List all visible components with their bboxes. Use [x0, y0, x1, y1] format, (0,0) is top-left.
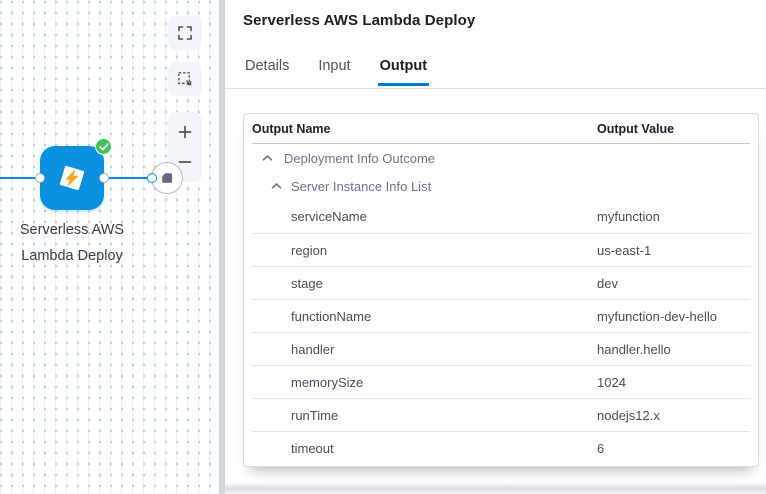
- page-title: Serverless AWS Lambda Deploy: [243, 12, 475, 29]
- output-name: timeout: [252, 441, 597, 456]
- chevron-up-icon: [262, 154, 273, 162]
- node-serverless-aws-lambda-deploy[interactable]: [40, 146, 104, 210]
- table-row: timeout 6: [252, 431, 750, 464]
- output-value: myfunction-dev-hello: [597, 309, 750, 324]
- node-port-in[interactable]: [35, 173, 45, 183]
- zoom-in-button[interactable]: [168, 118, 202, 146]
- output-name: handler: [252, 342, 597, 357]
- output-name: runTime: [252, 408, 597, 423]
- column-header-output-value: Output Value: [597, 122, 750, 136]
- table-row: memorySize 1024: [252, 365, 750, 398]
- panel-bottom-shadow: [225, 482, 766, 494]
- node-label: Serverless AWS Lambda Deploy: [2, 217, 142, 269]
- table-header: Output Name Output Value: [252, 114, 750, 144]
- output-value: handler.hello: [597, 342, 750, 357]
- tabs-divider: [225, 88, 766, 89]
- table-row: functionName myfunction-dev-hello: [252, 299, 750, 332]
- outputs-table-card: Output Name Output Value Deployment Info…: [243, 113, 759, 467]
- group-label: Deployment Info Outcome: [284, 151, 435, 166]
- node-port-out[interactable]: [99, 173, 109, 183]
- zoom-in-icon: [177, 124, 193, 140]
- marquee-select-icon: [177, 71, 193, 87]
- group-row-deployment-info-outcome[interactable]: Deployment Info Outcome: [252, 144, 750, 172]
- edge-incoming: [0, 177, 40, 179]
- output-value: 6: [597, 441, 750, 456]
- output-name: stage: [252, 276, 597, 291]
- step-detail-panel: Serverless AWS Lambda Deploy Details Inp…: [225, 0, 766, 494]
- edge-link-port[interactable]: [147, 173, 157, 183]
- fullscreen-icon: [177, 25, 193, 41]
- output-name: serviceName: [252, 209, 597, 224]
- output-value: dev: [597, 276, 750, 291]
- output-name: memorySize: [252, 375, 597, 390]
- success-check-icon: [95, 138, 112, 155]
- table-row: handler handler.hello: [252, 332, 750, 365]
- tab-details[interactable]: Details: [243, 56, 291, 86]
- output-value: 1024: [597, 375, 750, 390]
- group-row-server-instance-info-list[interactable]: Server Instance Info List: [252, 172, 750, 200]
- pipeline-canvas[interactable]: Serverless AWS Lambda Deploy: [0, 0, 219, 494]
- output-value: us-east-1: [597, 243, 750, 258]
- app-window: Serverless AWS Lambda Deploy: [0, 0, 766, 494]
- table-row: runTime nodejs12.x: [252, 398, 750, 431]
- aws-lambda-bolt-icon: [53, 159, 91, 197]
- tab-input[interactable]: Input: [316, 56, 352, 86]
- table-row: serviceName myfunction: [252, 200, 750, 233]
- tab-bar: Details Input Output: [243, 56, 429, 86]
- column-header-output-name: Output Name: [252, 122, 597, 136]
- output-name: region: [252, 243, 597, 258]
- marquee-select-button[interactable]: [168, 62, 202, 96]
- table-row: stage dev: [252, 266, 750, 299]
- edge-outgoing: [104, 177, 152, 179]
- chevron-up-icon: [271, 182, 282, 190]
- output-name: functionName: [252, 309, 597, 324]
- output-value: myfunction: [597, 209, 750, 224]
- table-row: region us-east-1: [252, 233, 750, 266]
- fullscreen-button[interactable]: [168, 16, 202, 50]
- tab-output[interactable]: Output: [378, 56, 430, 86]
- document-icon: [160, 171, 174, 185]
- group-label: Server Instance Info List: [291, 179, 431, 194]
- output-value: nodejs12.x: [597, 408, 750, 423]
